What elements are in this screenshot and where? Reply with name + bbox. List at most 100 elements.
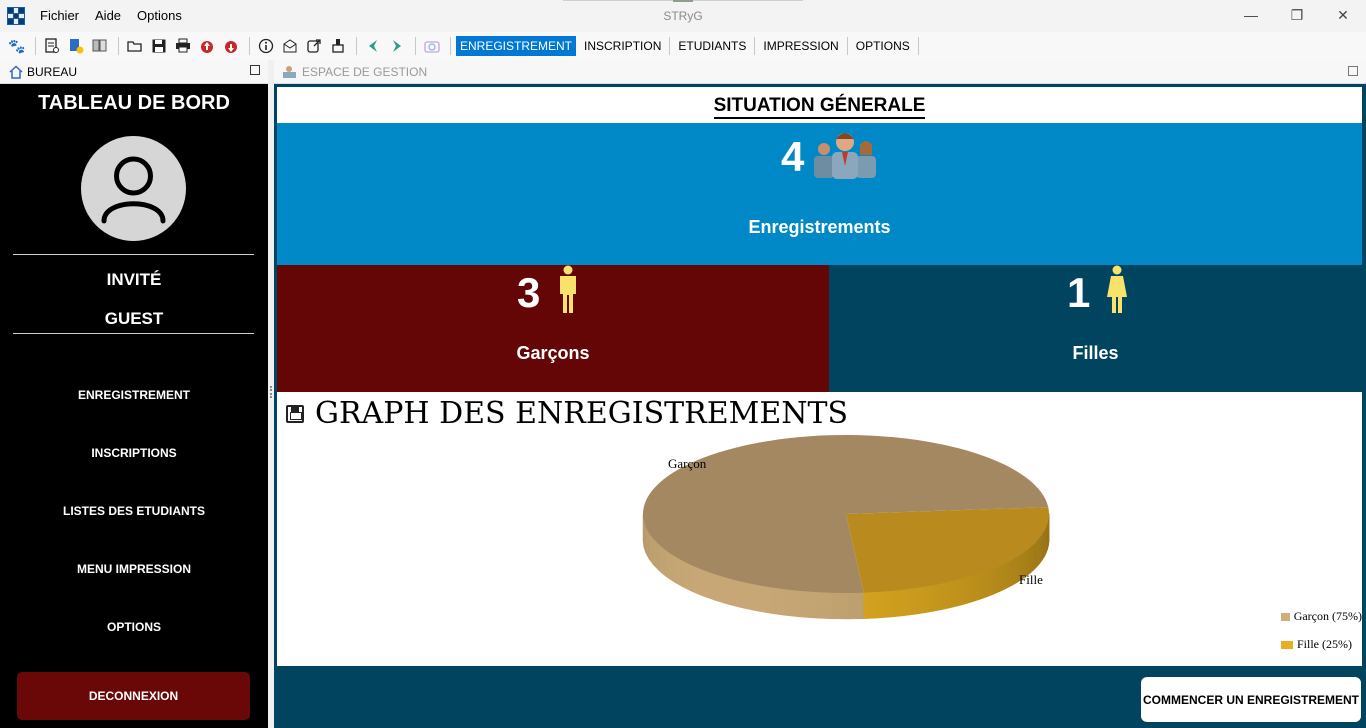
toolbar-separator [450, 37, 451, 55]
pie-side-garcon [692, 565, 704, 597]
pie-side-fille [944, 581, 950, 610]
sidebar-item-inscriptions[interactable]: INSCRIPTIONS [0, 446, 268, 460]
pie-side-fille [994, 565, 999, 595]
save-icon[interactable] [148, 35, 170, 57]
window-title: STRyG [663, 9, 703, 23]
external-link-icon[interactable] [303, 35, 325, 57]
pie-side-garcon [673, 555, 684, 588]
sidebar-divider [13, 333, 254, 334]
restore-icon[interactable]: ❐ [1274, 0, 1320, 30]
dashboard-sidebar: TABLEAU DE BORD INVITÉ GUEST ENREGISTREM… [0, 84, 268, 728]
tab-separator [669, 37, 671, 55]
pie-label-fille: Fille [1019, 572, 1043, 587]
sidebar-item-options[interactable]: OPTIONS [0, 620, 268, 634]
right-panel-header: ESPACE DE GESTION [274, 60, 1366, 84]
paw-icon[interactable]: 🐾 [6, 35, 28, 57]
close-icon[interactable]: ✕ [1320, 0, 1366, 30]
tab-separator [754, 37, 756, 55]
pie-side-fille [962, 577, 967, 606]
toolbar-separator [415, 37, 416, 55]
pie-side-fille [934, 583, 940, 612]
doc-add-icon[interactable] [65, 35, 87, 57]
camera-icon[interactable] [421, 35, 443, 57]
right-panel-title: ESPACE DE GESTION [302, 64, 428, 79]
sidebar-item-listes-etudiants[interactable]: LISTES DES ETUDIANTS [0, 504, 268, 518]
pie-side-garcon [682, 560, 694, 593]
tab-impression[interactable]: IMPRESSION [759, 36, 842, 56]
menu-aide[interactable]: Aide [95, 8, 121, 23]
sidebar-item-menu-impression[interactable]: MENU IMPRESSION [0, 562, 268, 576]
pie-side-fille [1004, 561, 1009, 590]
user-role: GUEST [104, 309, 164, 328]
legend-swatch [1281, 640, 1293, 649]
pie-side-fille [939, 582, 945, 611]
pie-side-fille [884, 590, 891, 618]
pie-side-fille [1007, 559, 1012, 588]
arrow-left-icon[interactable] [362, 35, 384, 57]
user-avatar-icon [101, 156, 166, 224]
panel-restore-icon[interactable] [1348, 66, 1358, 76]
tab-inscription[interactable]: INSCRIPTION [580, 36, 665, 56]
form-icon[interactable] [41, 35, 63, 57]
toolbar-separator [249, 37, 250, 55]
chart-legend: Garçon (75%) Fille (25%) [1281, 609, 1362, 665]
left-panel-title: BUREAU [27, 64, 78, 79]
home-icon [9, 64, 23, 79]
pie-side-fille [915, 587, 921, 615]
pie-side-fille [997, 564, 1002, 593]
pie-side-fille [905, 588, 911, 616]
pie-side-fille [874, 591, 880, 619]
title-accent [563, 0, 803, 2]
legend-label: Garçon (75%) [1293, 609, 1362, 623]
legend-item: Garçon (75%) [1281, 609, 1362, 624]
pie-side-garcon [665, 550, 675, 583]
start-registration-button[interactable]: COMMENCER UN ENREGISTREMENT [1141, 677, 1361, 722]
dashboard-title: TABLEAU DE BORD [38, 92, 230, 114]
menu-fichier[interactable]: Fichier [40, 8, 79, 23]
folder-open-icon[interactable] [124, 35, 146, 57]
pie-side-fille [910, 587, 916, 616]
pie-side-fille [868, 591, 875, 619]
menu-options[interactable]: Options [137, 8, 182, 23]
pie-side-garcon [727, 577, 742, 609]
pie-side-fille [889, 590, 896, 618]
menu-bar: Fichier Aide Options [40, 8, 198, 23]
tab-enregistrement[interactable]: ENREGISTREMENT [456, 36, 577, 56]
mail-icon[interactable] [279, 35, 301, 57]
tab-options[interactable]: OPTIONS [852, 36, 914, 56]
pie-side-fille [863, 592, 870, 619]
pie-side-fille [1029, 544, 1033, 574]
dashboard-content: SITUATION GÉNERALE 4 Enregistrements 3 G… [277, 87, 1362, 666]
pie-side-garcon [769, 586, 786, 616]
pie-side-fille [1033, 541, 1037, 571]
pie-side-fille [966, 575, 972, 604]
pie-side-garcon [741, 581, 756, 612]
avatar [81, 136, 186, 241]
pie-side-garcon [800, 590, 817, 619]
pie-side-fille [1035, 539, 1039, 569]
pie-side-garcon [847, 592, 864, 620]
sidebar-item-enregistrement[interactable]: ENREGISTREMENT [0, 388, 268, 402]
upload-icon[interactable] [196, 35, 218, 57]
tab-etudiants[interactable]: ETUDIANTS [674, 36, 750, 56]
book-icon[interactable] [89, 35, 111, 57]
legend-swatch [1281, 612, 1290, 621]
print-icon[interactable] [172, 35, 194, 57]
legend-item: Fille (25%) [1281, 637, 1362, 652]
toolbar-separator [356, 37, 357, 55]
minimize-icon[interactable]: — [1228, 0, 1274, 30]
brush-icon[interactable] [327, 35, 349, 57]
pie-side-garcon [784, 589, 801, 618]
panel-restore-icon[interactable] [250, 65, 260, 75]
pie-side-fille [974, 573, 980, 602]
arrow-right-icon[interactable] [386, 35, 408, 57]
pie-side-fille [982, 570, 988, 599]
pie-side-fille [1014, 556, 1018, 585]
info-icon[interactable] [255, 35, 277, 57]
pie-side-fille [978, 571, 984, 600]
pie-side-fille [925, 585, 931, 614]
download-icon[interactable] [220, 35, 242, 57]
pie-side-fille [920, 586, 926, 614]
logout-button[interactable]: DECONNEXION [17, 672, 250, 720]
pie-label-garcon: Garçon [668, 456, 707, 471]
